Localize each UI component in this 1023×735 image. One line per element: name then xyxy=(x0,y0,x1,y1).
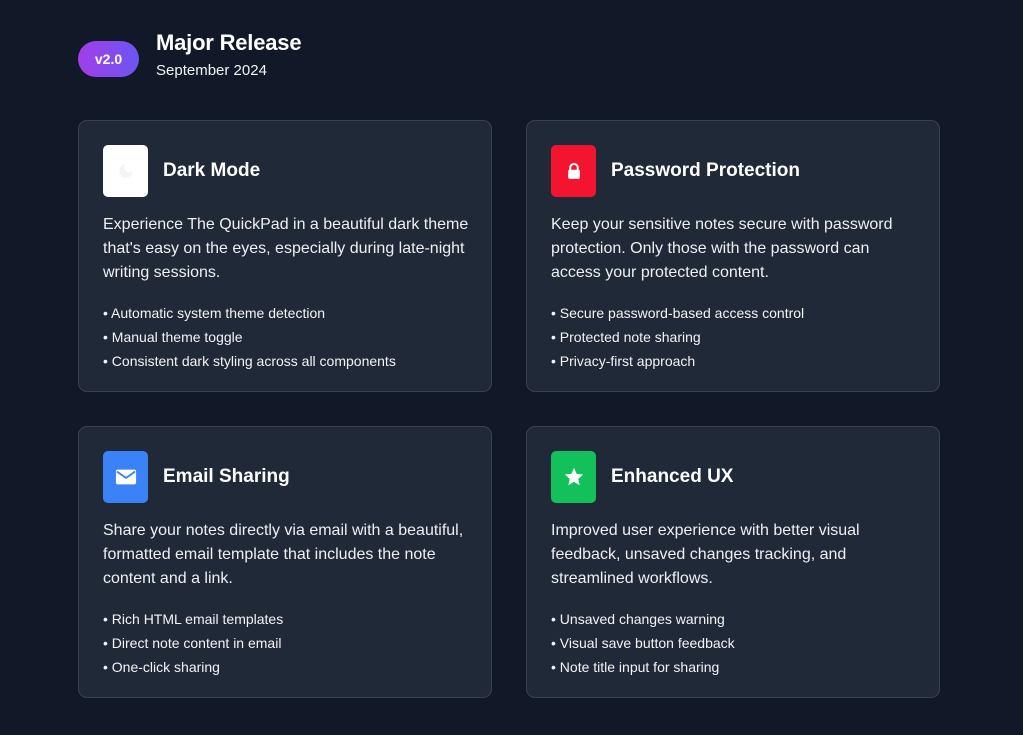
release-title: Major Release xyxy=(156,30,302,55)
feature-item: Privacy-first approach xyxy=(551,349,804,373)
lock-icon xyxy=(551,145,596,197)
release-header: v2.0 Major Release September 2024 xyxy=(78,30,302,81)
feature-item: Rich HTML email templates xyxy=(103,607,283,631)
feature-item: One-click sharing xyxy=(103,655,283,679)
feature-list: Rich HTML email templates Direct note co… xyxy=(103,607,283,679)
card-header: Email Sharing xyxy=(103,451,290,503)
card-description: Experience The QuickPad in a beautiful d… xyxy=(103,216,469,281)
card-description: Improved user experience with better vis… xyxy=(551,522,860,587)
feature-item: Manual theme toggle xyxy=(103,325,396,349)
feature-item: Consistent dark styling across all compo… xyxy=(103,349,396,373)
card-title: Email Sharing xyxy=(163,466,290,487)
feature-list: Unsaved changes warning Visual save butt… xyxy=(551,607,735,679)
card-title: Dark Mode xyxy=(163,160,261,181)
feature-list: Secure password-based access control Pro… xyxy=(551,301,804,373)
feature-card-email-sharing: Email Sharing Share your notes directly … xyxy=(78,426,492,698)
card-header: Dark Mode xyxy=(103,145,260,197)
feature-card-enhanced-ux: Enhanced UX Improved user experience wit… xyxy=(526,426,940,698)
card-description: Keep your sensitive notes secure with pa… xyxy=(551,216,893,281)
feature-item: Protected note sharing xyxy=(551,325,804,349)
moon-icon xyxy=(103,145,148,197)
release-heading: Major Release September 2024 xyxy=(156,30,302,81)
feature-card-password-protection: Password Protection Keep your sensitive … xyxy=(526,120,940,392)
version-badge: v2.0 xyxy=(78,40,139,77)
feature-item: Note title input for sharing xyxy=(551,655,735,679)
feature-card-dark-mode: Dark Mode Experience The QuickPad in a b… xyxy=(78,120,492,392)
feature-item: Direct note content in email xyxy=(103,631,283,655)
feature-item: Unsaved changes warning xyxy=(551,607,735,631)
feature-item: Automatic system theme detection xyxy=(103,301,396,325)
feature-list: Automatic system theme detection Manual … xyxy=(103,301,396,373)
card-title: Password Protection xyxy=(611,160,800,181)
card-title: Enhanced UX xyxy=(611,466,734,487)
feature-item: Secure password-based access control xyxy=(551,301,804,325)
card-description: Share your notes directly via email with… xyxy=(103,522,464,587)
feature-item: Visual save button feedback xyxy=(551,631,735,655)
card-header: Password Protection xyxy=(551,145,800,197)
release-date: September 2024 xyxy=(156,62,267,79)
star-icon xyxy=(551,451,596,503)
envelope-icon xyxy=(103,451,148,503)
card-header: Enhanced UX xyxy=(551,451,733,503)
